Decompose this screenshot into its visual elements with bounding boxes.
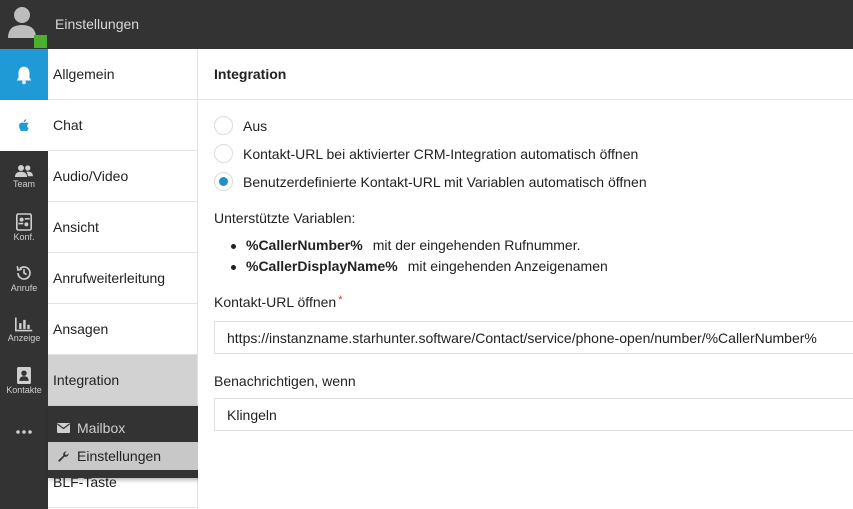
wrench-icon bbox=[56, 449, 70, 463]
menu-item-allgemein[interactable]: Allgemein bbox=[48, 49, 197, 100]
menu-item-audio-video[interactable]: Audio/Video bbox=[48, 151, 197, 202]
team-icon bbox=[15, 165, 33, 177]
list-item: %CallerNumber% mit der eingehenden Rufnum… bbox=[228, 235, 608, 256]
variable-name: %CallerDisplayName% bbox=[246, 258, 398, 274]
menu-item-ansagen[interactable]: Ansagen bbox=[48, 304, 197, 355]
bell-icon bbox=[16, 66, 32, 84]
url-label: Kontakt-URL öffnen * bbox=[214, 294, 342, 310]
menu-item-anrufweiterleitung[interactable]: Anrufweiterleitung bbox=[48, 253, 197, 304]
chart-icon bbox=[15, 317, 33, 332]
radio-option-custom-url[interactable]: Benutzerdefinierte Kontakt-URL mit Varia… bbox=[214, 172, 647, 191]
rail-item-more[interactable] bbox=[0, 406, 48, 457]
apple-icon bbox=[19, 118, 29, 131]
variable-desc: mit eingehenden Anzeigenamen bbox=[407, 258, 608, 274]
popup-item-mailbox[interactable]: Mailbox bbox=[48, 414, 208, 442]
contacts-icon bbox=[17, 366, 31, 384]
menu-item-chat[interactable]: Chat bbox=[48, 100, 197, 151]
radio-label: Aus bbox=[243, 117, 268, 134]
rail-label: Kontakte bbox=[6, 384, 42, 395]
radio-button-selected[interactable] bbox=[214, 172, 233, 191]
presence-indicator bbox=[34, 35, 47, 48]
radio-label: Kontakt-URL bei aktivierter CRM-Integrat… bbox=[243, 145, 639, 162]
radio-button[interactable] bbox=[214, 116, 233, 135]
rail-item-display[interactable]: Anzeige bbox=[0, 304, 48, 355]
popup-item-label: Mailbox bbox=[77, 420, 126, 436]
icon-rail: Team Konf. Anrufe Anzeige Kontakte bbox=[0, 49, 48, 509]
radio-button[interactable] bbox=[214, 144, 233, 163]
rail-label: Konf. bbox=[13, 232, 35, 242]
variables-list: %CallerNumber% mit der eingehenden Rufnum… bbox=[228, 235, 608, 277]
top-bar: Einstellungen bbox=[0, 0, 853, 49]
radio-option-aus[interactable]: Aus bbox=[214, 116, 267, 135]
rail-item-calls[interactable]: Anrufe bbox=[0, 253, 48, 304]
contact-url-input[interactable]: https://instanzname.starhunter.software/… bbox=[214, 321, 853, 354]
variables-label: Unterstützte Variablen: bbox=[214, 210, 356, 226]
list-item: %CallerDisplayName% mit eingehenden Anzei… bbox=[228, 256, 608, 277]
rail-label: Anzeige bbox=[7, 333, 41, 343]
variable-name: %CallerNumber% bbox=[246, 237, 363, 253]
rail-label: Anrufe bbox=[10, 283, 38, 293]
variable-desc: mit der eingehenden Rufnummer. bbox=[372, 237, 581, 253]
url-label-text: Kontakt-URL öffnen bbox=[214, 294, 337, 310]
menu-item-integration[interactable]: Integration bbox=[48, 355, 197, 406]
radio-option-crm-url[interactable]: Kontakt-URL bei aktivierter CRM-Integrat… bbox=[214, 144, 638, 163]
rail-item-apple[interactable] bbox=[0, 100, 48, 151]
conference-icon bbox=[16, 213, 32, 231]
menu-item-ansicht[interactable]: Ansicht bbox=[48, 202, 197, 253]
required-mark: * bbox=[338, 294, 343, 306]
history-icon bbox=[16, 266, 31, 280]
popup-item-label: Einstellungen bbox=[77, 448, 162, 464]
more-icon bbox=[16, 429, 32, 434]
rail-item-conference[interactable]: Konf. bbox=[0, 202, 48, 253]
rail-item-notifications[interactable] bbox=[0, 49, 48, 100]
rail-label: Team bbox=[12, 179, 35, 189]
popup-item-einstellungen[interactable]: Einstellungen bbox=[48, 442, 208, 470]
section-title: Integration bbox=[198, 49, 853, 100]
notify-label: Benachrichtigen, wenn bbox=[214, 373, 356, 389]
page-title: Einstellungen bbox=[55, 16, 140, 32]
rail-item-team[interactable]: Team bbox=[0, 151, 48, 202]
rail-item-contacts[interactable]: Kontakte bbox=[0, 355, 48, 406]
radio-label: Benutzerdefinierte Kontakt-URL mit Varia… bbox=[243, 173, 647, 190]
integration-panel: Integration Aus Kontakt-URL bei aktivier… bbox=[198, 49, 853, 509]
envelope-icon bbox=[56, 421, 70, 435]
notify-select[interactable]: Klingeln bbox=[214, 398, 853, 431]
more-popup-menu: Mailbox Einstellungen bbox=[48, 406, 208, 478]
